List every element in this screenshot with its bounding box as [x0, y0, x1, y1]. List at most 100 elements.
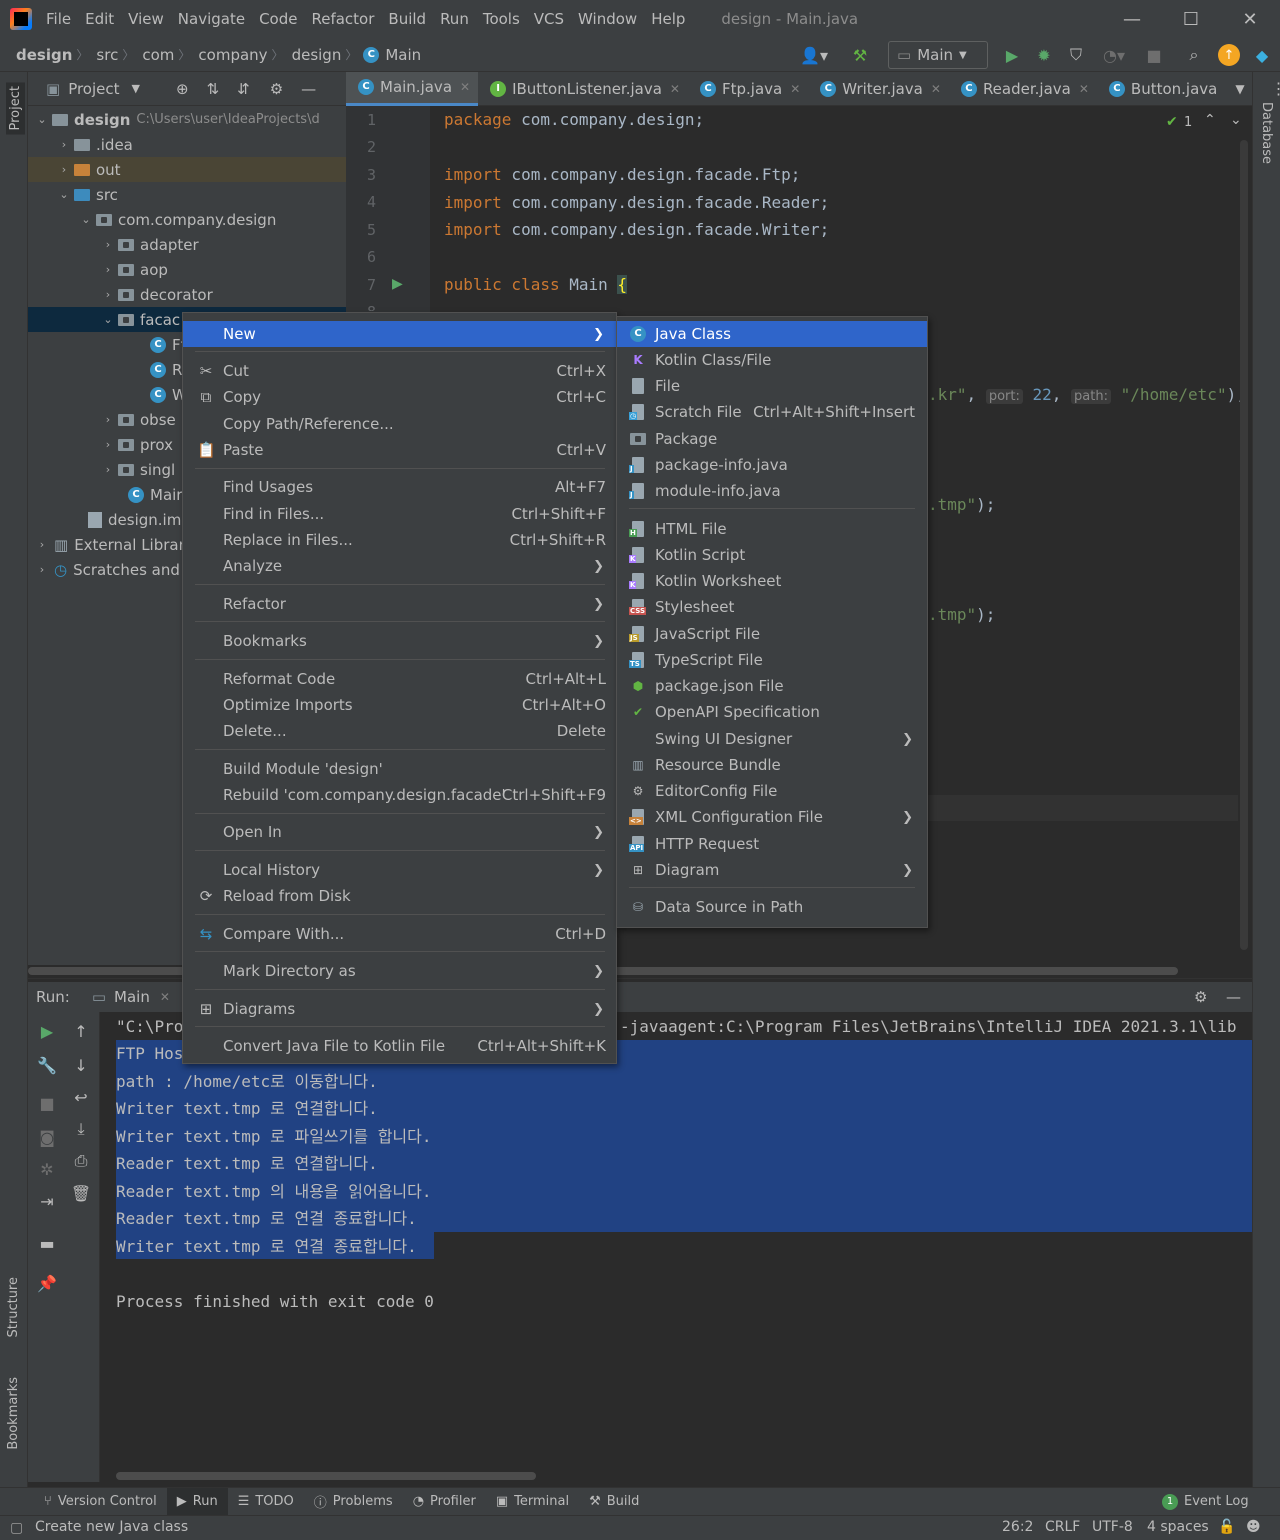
menu-vcs[interactable]: VCS: [528, 10, 572, 28]
menu-tools[interactable]: Tools: [477, 10, 528, 28]
exit-icon[interactable]: ⇥: [32, 1186, 62, 1216]
console-scrollbar[interactable]: [116, 1472, 536, 1480]
user-account-icon[interactable]: 👤▾: [796, 42, 832, 68]
arrow-up-icon[interactable]: ↑: [66, 1016, 96, 1046]
layout-icon[interactable]: ▬: [32, 1228, 62, 1258]
chevron-down-icon[interactable]: ⌄: [58, 188, 70, 201]
menu-item-find-in-files[interactable]: Find in Files... Ctrl+Shift+F: [183, 501, 616, 527]
submenu-item-diagram[interactable]: ⊞ Diagram ❯: [617, 857, 927, 883]
lock-icon[interactable]: 🔓: [1218, 1519, 1235, 1535]
tree-item-adapter[interactable]: › adapter: [28, 232, 346, 257]
menu-item-bookmarks[interactable]: Bookmarks ❯: [183, 628, 616, 654]
submenu-item-http-request[interactable]: API HTTP Request: [617, 831, 927, 857]
chevron-down-icon[interactable]: ⌄: [36, 113, 48, 126]
editor-scrollbar[interactable]: [1240, 140, 1248, 950]
close-icon[interactable]: ✕: [790, 82, 800, 96]
trash-icon[interactable]: 🗑: [66, 1178, 96, 1208]
tool-tab-problems[interactable]: ⓘ Problems: [304, 1488, 403, 1516]
submenu-item-resource-bundle[interactable]: ▥ Resource Bundle: [617, 752, 927, 778]
submenu-item-kotlin-class[interactable]: K Kotlin Class/File: [617, 347, 927, 373]
scroll-to-end-icon[interactable]: ⤓: [66, 1114, 96, 1144]
print-icon[interactable]: ⎙: [66, 1146, 96, 1176]
tool-tab-profiler[interactable]: ◔ Profiler: [403, 1488, 486, 1516]
submenu-item-openapi[interactable]: ✔ OpenAPI Specification: [617, 699, 927, 725]
structure-tool-button[interactable]: Structure: [6, 1277, 21, 1337]
menu-navigate[interactable]: Navigate: [172, 10, 253, 28]
indent-setting[interactable]: 4 spaces: [1147, 1519, 1209, 1535]
bookmarks-tool-button[interactable]: Bookmarks: [6, 1377, 21, 1450]
chevron-right-icon[interactable]: ›: [58, 138, 70, 151]
close-icon[interactable]: ✕: [931, 82, 941, 96]
rerun-icon[interactable]: ▶: [32, 1016, 62, 1046]
intellij-logo-icon[interactable]: [10, 8, 32, 30]
submenu-item-kotlin-worksheet[interactable]: K Kotlin Worksheet: [617, 568, 927, 594]
submenu-item-java-class[interactable]: C Java Class: [617, 321, 927, 347]
tree-item-idea[interactable]: › .idea: [28, 132, 346, 157]
menu-item-cut[interactable]: ✂ Cut Ctrl+X: [183, 358, 616, 384]
menu-item-new[interactable]: New ❯: [183, 321, 616, 347]
tab-writer-java[interactable]: C Writer.java ✕: [808, 72, 949, 106]
menu-item-mark-directory-as[interactable]: Mark Directory as ❯: [183, 958, 616, 984]
minimize-icon[interactable]: —: [1102, 0, 1162, 38]
menu-file[interactable]: File: [40, 10, 79, 28]
menu-code[interactable]: Code: [253, 10, 305, 28]
tab-button-java[interactable]: C Button.java: [1097, 72, 1225, 106]
submenu-item-typescript-file[interactable]: TS TypeScript File: [617, 647, 927, 673]
submenu-item-file[interactable]: File: [617, 373, 927, 399]
run-icon[interactable]: ▶: [1000, 42, 1024, 68]
submenu-item-module-info[interactable]: Jmodule-info.java: [617, 478, 927, 504]
chevron-right-icon[interactable]: ›: [102, 438, 114, 451]
project-view-label[interactable]: Project: [68, 80, 119, 98]
chevron-down-icon[interactable]: ⌄: [102, 313, 114, 326]
coverage-icon[interactable]: ⛉: [1064, 42, 1088, 68]
close-icon[interactable]: ✕: [1079, 82, 1089, 96]
file-encoding[interactable]: UTF-8: [1092, 1519, 1133, 1535]
locate-icon[interactable]: ⊕: [176, 80, 189, 98]
tree-item-out[interactable]: › out: [28, 157, 346, 182]
menu-item-open-in[interactable]: Open In ❯: [183, 819, 616, 845]
tree-item-com-company-design[interactable]: ⌄ com.company.design: [28, 207, 346, 232]
project-tool-button[interactable]: Project: [6, 82, 25, 135]
event-log-button[interactable]: 1 Event Log: [1152, 1488, 1259, 1516]
menu-item-diagrams[interactable]: ⊞ Diagrams ❯: [183, 996, 616, 1022]
close-window-icon[interactable]: ✕: [1220, 0, 1280, 38]
expand-all-icon[interactable]: ⇅: [207, 80, 220, 98]
submenu-item-javascript-file[interactable]: JS JavaScript File: [617, 621, 927, 647]
tool-tab-run[interactable]: ▶ Run: [166, 1487, 228, 1516]
run-gutter-icon[interactable]: ▶: [392, 276, 403, 292]
debug-icon[interactable]: ✹: [1032, 42, 1056, 68]
menu-item-reload-from-disk[interactable]: ⟳ Reload from Disk: [183, 883, 616, 909]
tree-item-decorator[interactable]: › decorator: [28, 282, 346, 307]
submenu-item-package-json[interactable]: ⬢ package.json File: [617, 673, 927, 699]
close-icon[interactable]: ✕: [670, 82, 680, 96]
chevron-down-icon[interactable]: ⌄: [80, 213, 92, 226]
submenu-item-data-source[interactable]: ⛁ Data Source in Path: [617, 894, 927, 920]
database-tool-button[interactable]: Database: [1259, 102, 1274, 164]
menu-view[interactable]: View: [122, 10, 172, 28]
chevron-right-icon[interactable]: ›: [36, 538, 48, 551]
menu-help[interactable]: Help: [645, 10, 693, 28]
chevron-right-icon[interactable]: ›: [102, 263, 114, 276]
more-options-icon[interactable]: ⋮: [1271, 79, 1280, 98]
menu-item-analyze[interactable]: Analyze ❯: [183, 553, 616, 579]
tab-ibuttonlistener-java[interactable]: I IButtonListener.java ✕: [478, 72, 688, 106]
menu-item-convert-to-kotlin[interactable]: Convert Java File to Kotlin File Ctrl+Alt…: [183, 1033, 616, 1059]
breadcrumb-company[interactable]: company: [190, 46, 271, 64]
breadcrumb-com[interactable]: com: [134, 46, 178, 64]
menu-item-compare-with[interactable]: ⇆ Compare With... Ctrl+D: [183, 921, 616, 947]
chevron-down-icon[interactable]: ⌄: [1230, 112, 1242, 128]
submenu-item-package[interactable]: Package: [617, 426, 927, 452]
tree-item-aop[interactable]: › aop: [28, 257, 346, 282]
maximize-icon[interactable]: ☐: [1161, 0, 1221, 38]
tab-main-java[interactable]: C Main.java ✕: [346, 71, 479, 106]
menu-item-find-usages[interactable]: Find Usages Alt+F7: [183, 474, 616, 500]
chevron-up-icon[interactable]: ⌃: [1204, 112, 1216, 128]
run-tab-main[interactable]: Main: [114, 988, 150, 1006]
caret-position[interactable]: 26:2: [1002, 1519, 1033, 1535]
close-icon[interactable]: ✕: [160, 990, 170, 1004]
menu-item-copy[interactable]: ⧉ Copy Ctrl+C: [183, 384, 616, 410]
gear-icon[interactable]: ⚙: [270, 80, 283, 98]
arrow-down-icon[interactable]: ↓: [66, 1050, 96, 1080]
hide-icon[interactable]: —: [1226, 988, 1241, 1006]
tool-tab-todo[interactable]: ☰ TODO: [228, 1488, 304, 1516]
